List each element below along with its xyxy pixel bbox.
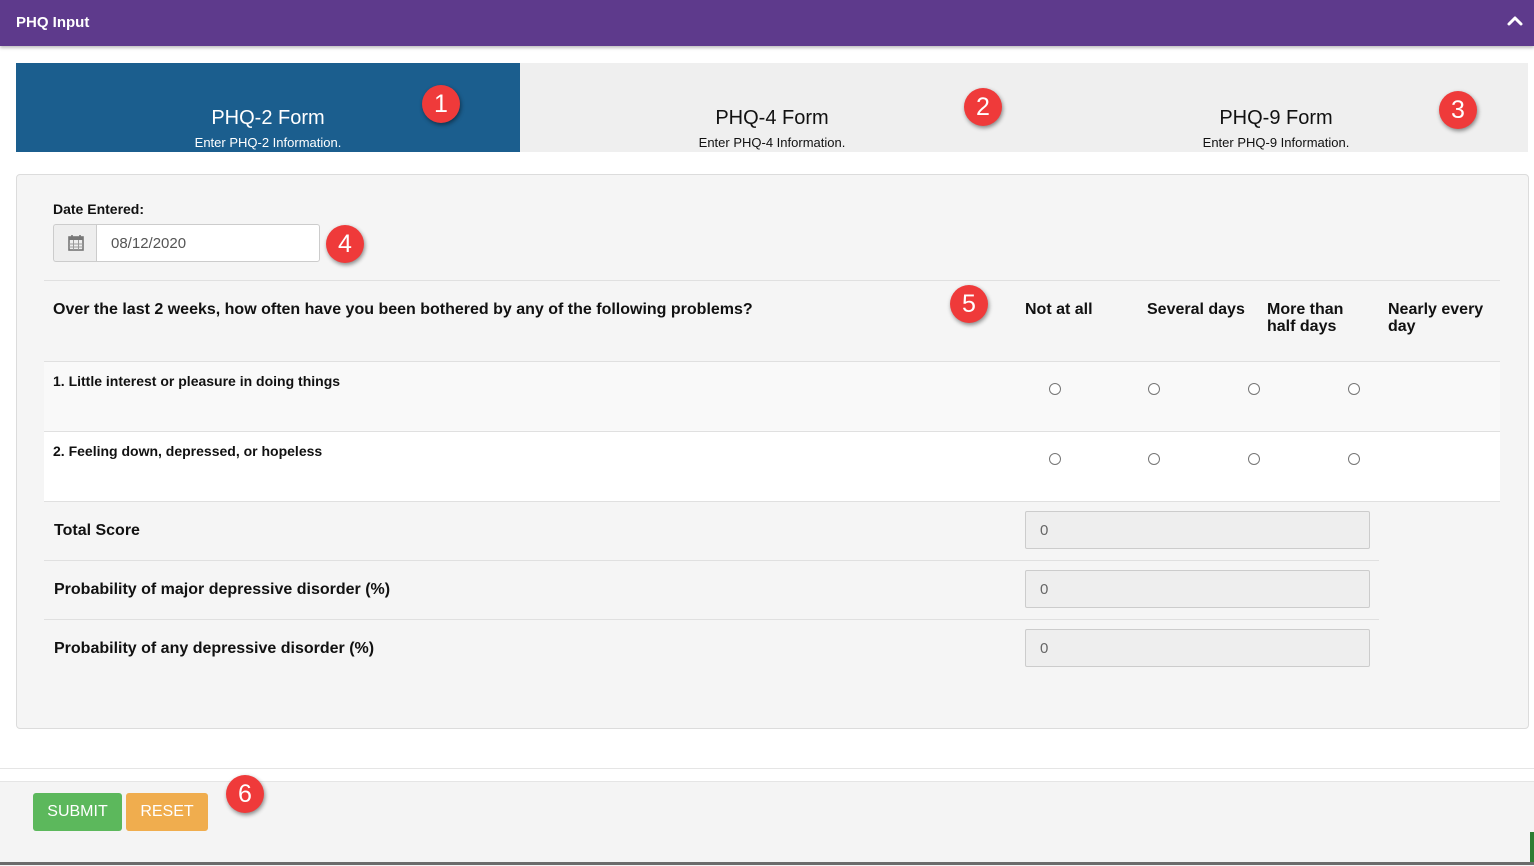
panel-header: PHQ Input: [0, 0, 1534, 46]
tab-subtitle: Enter PHQ-9 Information.: [1202, 135, 1350, 150]
annotation-marker-2: 2: [964, 88, 1002, 126]
option-header-nearly-every-day: Nearly every day: [1388, 301, 1484, 335]
annotation-marker-3: 3: [1439, 91, 1477, 129]
tab-subtitle: Enter PHQ-4 Information.: [698, 135, 846, 150]
total-score-label: Total Score: [54, 522, 140, 539]
divider: [0, 768, 1534, 769]
tab-title: PHQ-4 Form: [715, 107, 829, 129]
date-entered-input[interactable]: [96, 224, 320, 262]
tab-phq-4[interactable]: PHQ-4 Form Enter PHQ-4 Information.: [520, 63, 1024, 152]
annotation-marker-6: 6: [226, 775, 264, 813]
date-label: Date Entered:: [53, 201, 145, 217]
reset-button[interactable]: RESET: [126, 793, 208, 831]
scroll-edge-indicator: [1530, 832, 1534, 862]
submit-button[interactable]: SUBMIT: [33, 793, 122, 831]
q1-radio-nearly-every-day[interactable]: [1348, 383, 1360, 395]
option-header-several-days: Several days: [1147, 301, 1245, 318]
any-depressive-probability-field: [1025, 629, 1370, 667]
option-header-not-at-all: Not at all: [1025, 301, 1093, 318]
tab-subtitle: Enter PHQ-2 Information.: [194, 135, 342, 150]
major-depressive-probability-field: [1025, 570, 1370, 608]
question-label-1: 1. Little interest or pleasure in doing …: [53, 373, 341, 389]
annotation-marker-5: 5: [950, 285, 988, 323]
major-depressive-probability-label: Probability of major depressive disorder…: [54, 581, 391, 598]
q1-radio-several-days[interactable]: [1148, 383, 1160, 395]
q2-radio-several-days[interactable]: [1148, 453, 1160, 465]
q1-radio-not-at-all[interactable]: [1049, 383, 1061, 395]
chevron-up-icon[interactable]: [1505, 11, 1525, 31]
option-header-more-than-half-days: More than half days: [1267, 301, 1344, 335]
q2-radio-more-than-half-days[interactable]: [1248, 453, 1260, 465]
q2-radio-not-at-all[interactable]: [1049, 453, 1061, 465]
q1-radio-more-than-half-days[interactable]: [1248, 383, 1260, 395]
annotation-marker-4: 4: [326, 225, 364, 263]
questionnaire-prompt: Over the last 2 weeks, how often have yo…: [53, 301, 753, 318]
total-score-field: [1025, 511, 1370, 549]
calendar-icon[interactable]: [53, 224, 96, 262]
panel-title: PHQ Input: [16, 14, 90, 31]
any-depressive-probability-label: Probability of any depressive disorder (…: [54, 640, 375, 657]
divider: [44, 280, 1500, 281]
question-label-2: 2. Feeling down, depressed, or hopeless: [53, 443, 323, 459]
annotation-marker-1: 1: [422, 85, 460, 123]
q2-radio-nearly-every-day[interactable]: [1348, 453, 1360, 465]
